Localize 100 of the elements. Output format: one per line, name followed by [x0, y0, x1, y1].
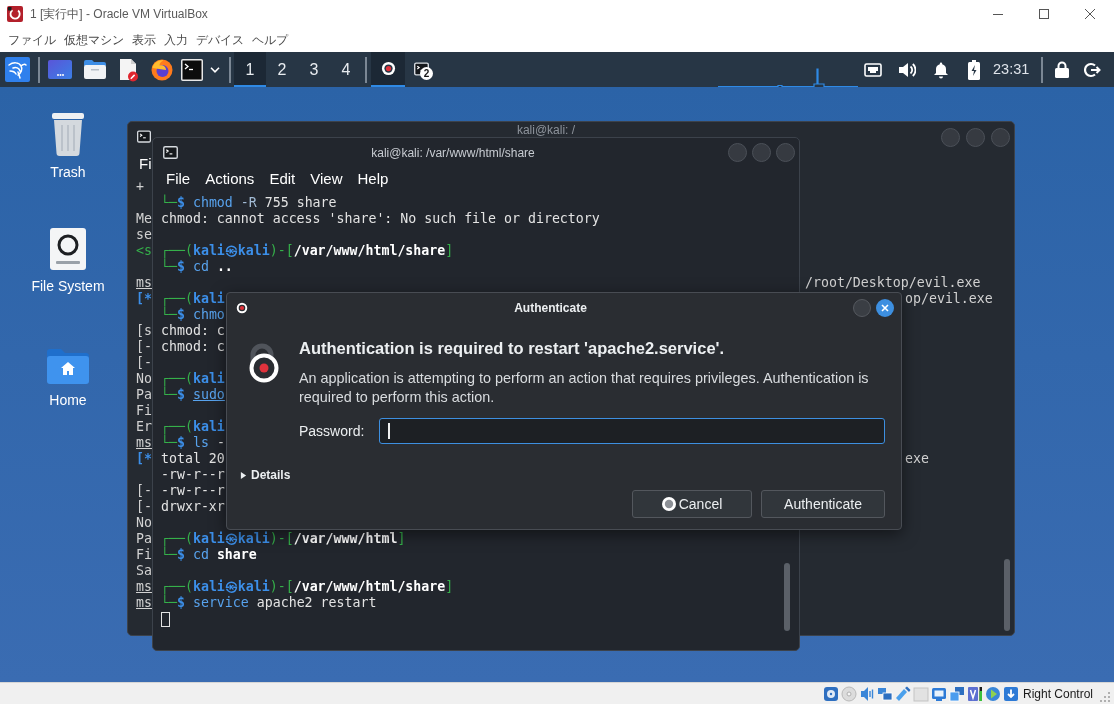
record-icon [236, 302, 248, 314]
menu-item[interactable]: Help [357, 169, 389, 188]
close-icon [881, 304, 889, 312]
dragon-icon[interactable] [5, 57, 30, 82]
terminal-line: ┌──(kali [161, 419, 225, 435]
menu-item[interactable]: 仮想マシン [64, 32, 124, 48]
terminal-line: └─$ chmo [161, 307, 225, 323]
terminal-text: [* [136, 451, 152, 466]
terminal-text: Er [136, 419, 152, 434]
terminal-text: [s [136, 323, 152, 338]
monitor-icon[interactable] [930, 685, 947, 702]
workspace-button[interactable]: 2 [266, 52, 298, 87]
terminal-text: [- [136, 355, 152, 370]
terminal-text: No [136, 515, 152, 530]
menu-item[interactable]: Fi [139, 155, 152, 173]
terminal-line: ┌──(kali㉿kali)-[/var/www/html/share] [161, 579, 454, 595]
lock-icon[interactable] [1055, 61, 1069, 78]
terminal-text: Sa [136, 563, 152, 578]
network-icon[interactable] [864, 62, 882, 77]
terminal-line: ┌──(kali [161, 371, 225, 387]
terminal-text: Pa [136, 531, 152, 546]
terminal-icon [137, 130, 151, 143]
terminal-line: └─$ ls - [161, 435, 225, 451]
terminal-icon [163, 146, 178, 159]
text-cursor [161, 611, 170, 627]
terminal-text: Fi [136, 547, 152, 562]
menu-item[interactable]: 表示 [132, 32, 156, 48]
terminal-text: ms [136, 595, 152, 610]
terminal-text: Fi [136, 403, 152, 418]
scrollbar[interactable] [784, 563, 790, 631]
dialog-title: Authenticate [514, 301, 587, 315]
bell-icon[interactable] [933, 60, 949, 79]
app-icon [7, 6, 23, 22]
close-button[interactable] [876, 299, 894, 317]
scrollbar[interactable] [1004, 559, 1010, 631]
menu-item[interactable]: ヘルプ [252, 32, 288, 48]
home-folder-icon [47, 348, 89, 384]
workspace-button[interactable]: 3 [298, 52, 330, 87]
drive-icon [50, 228, 86, 270]
desktop-shortcut[interactable]: Home [47, 332, 89, 408]
battery-icon[interactable] [968, 59, 980, 80]
caret-right-icon [240, 471, 247, 479]
resize-grip-icon[interactable] [1100, 692, 1110, 702]
terminal-line: └─$ cd .. [161, 259, 233, 275]
menu-item[interactable]: 入力 [164, 32, 188, 48]
workspace-button[interactable]: 1 [234, 52, 266, 87]
menu-item[interactable]: File [166, 169, 191, 188]
details-toggle[interactable]: Details [240, 467, 291, 483]
browser-icon[interactable] [151, 58, 173, 81]
record-icon [380, 61, 396, 76]
desktop-shortcut[interactable]: File System [31, 218, 105, 294]
terminal-text: ms [136, 275, 152, 290]
password-field[interactable] [379, 418, 885, 444]
menu-item[interactable]: Actions [205, 169, 255, 188]
dialog-message: An application is attempting to perform an action that requires privileges. Authentication is required to perform this action. [299, 369, 870, 407]
terminal-line: ┌──(kali㉿kali)-[/var/www/html] [161, 531, 406, 547]
logout-icon[interactable] [1084, 61, 1102, 78]
terminal-text: se [136, 227, 152, 242]
menu-item[interactable]: Edit [269, 169, 296, 188]
terminal-line: drwxr-xr [161, 499, 225, 515]
terminal-line: chmod: cannot access 'share': No such file or directory [161, 211, 600, 227]
document-icon[interactable] [118, 57, 138, 82]
window-icon[interactable] [48, 60, 72, 79]
workspace-button[interactable]: 4 [330, 52, 362, 87]
terminal-text: [* [136, 291, 152, 306]
terminal-line: -rw-r--r [161, 467, 225, 483]
window-title: kali@kali: /var/www/html/share [371, 145, 535, 160]
count-badge: 2 [420, 67, 433, 80]
windows-icon[interactable] [948, 685, 965, 702]
clock[interactable]: 23:31 [993, 58, 1029, 81]
two-screens-icon[interactable] [876, 685, 893, 702]
desktop-shortcut[interactable]: Trash [50, 104, 86, 180]
menu-item[interactable]: View [310, 169, 343, 188]
dialog-button[interactable]: Authenticate [761, 490, 885, 518]
terminal-text: Pa [136, 387, 152, 402]
terminal-text: <s [136, 243, 152, 258]
terminal-text: Me [136, 211, 152, 226]
terminal-line: chmod: c [161, 339, 225, 355]
terminal-icon[interactable] [181, 58, 203, 81]
task-button[interactable]: 2 [405, 52, 439, 87]
arrow-down-icon[interactable] [1002, 685, 1019, 702]
terminal-line: └─$ cd share [161, 547, 257, 563]
folder-icon[interactable] [83, 59, 107, 80]
terminal-line: └─$ service apache2 restart [161, 595, 377, 611]
task-button[interactable] [371, 52, 405, 87]
terminal-text: [- [136, 339, 152, 354]
host-key-label: Right Control [1022, 686, 1093, 701]
speaker-icon[interactable] [898, 60, 916, 79]
menu-item[interactable]: ファイル [8, 32, 56, 48]
terminal-icon [413, 61, 429, 76]
terminal-text: ms [136, 579, 152, 594]
window-title: kali@kali: / [516, 124, 576, 137]
menu-item[interactable]: デバイス [196, 32, 244, 48]
usb-stick-icon[interactable] [894, 685, 911, 702]
terminal-line: chmod: c [161, 323, 225, 339]
window-title: 1 [実行中] - Oracle VM VirtualBox [30, 6, 208, 23]
dialog-button[interactable]: Cancel [632, 490, 752, 518]
caret-icon[interactable] [210, 66, 220, 73]
terminal-line: total 20 [161, 451, 225, 467]
chip-icon[interactable] [966, 685, 983, 702]
